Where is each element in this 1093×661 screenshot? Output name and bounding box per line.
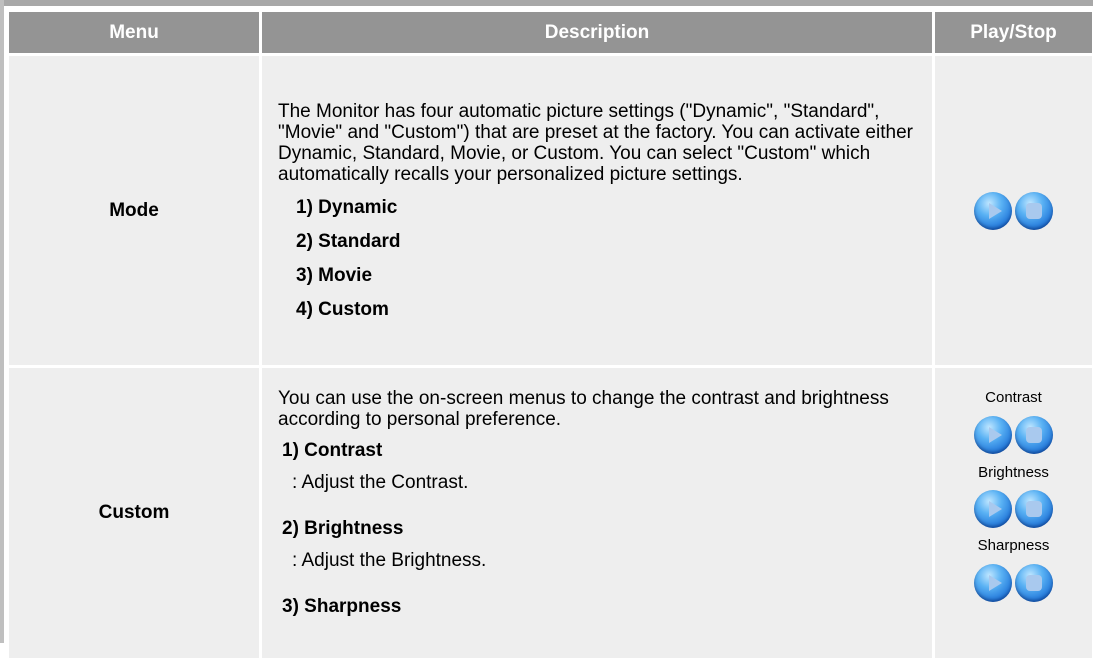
description-text: The Monitor has four automatic picture s… (278, 101, 913, 185)
list-item: 3) Movie (296, 265, 373, 286)
play-stop-mode (935, 56, 1092, 365)
play-icon (988, 202, 1002, 219)
list-item: 4) Custom (296, 299, 389, 320)
stop-button[interactable] (1015, 564, 1053, 602)
label-sharpness: Sharpness (977, 537, 1050, 554)
play-icon (988, 427, 1002, 443)
play-stop-custom: Contrast Brightness Sharpness (935, 368, 1092, 658)
list-item: 1) Contrast : Adjust the Contrast. (282, 440, 468, 493)
description-text: You can use the on-screen menus to chang… (278, 388, 889, 430)
stop-button[interactable] (1015, 191, 1053, 230)
menu-name-mode: Mode (9, 56, 259, 365)
play-button[interactable] (974, 191, 1012, 230)
list-item: 2) Brightness : Adjust the Brightness. (282, 518, 486, 571)
stop-button[interactable] (1015, 416, 1053, 454)
list-item: 1) Dynamic (296, 197, 398, 218)
menu-name-custom: Custom (9, 368, 259, 658)
description-custom: You can use the on-screen menus to chang… (262, 368, 932, 658)
play-stop-controls (974, 191, 1053, 230)
stop-icon (1026, 575, 1042, 591)
play-stop-controls (974, 490, 1053, 528)
label-brightness: Brightness (978, 464, 1049, 481)
label-contrast: Contrast (985, 389, 1042, 406)
play-button[interactable] (974, 490, 1012, 528)
header-description: Description (262, 12, 932, 53)
stop-button[interactable] (1015, 490, 1053, 528)
header-row: Menu Description Play/Stop (9, 12, 1092, 53)
play-button[interactable] (974, 564, 1012, 602)
table-row: Mode The Monitor has four automatic pict… (9, 56, 1092, 365)
description-mode: The Monitor has four automatic picture s… (262, 56, 932, 365)
play-button[interactable] (974, 416, 1012, 454)
table-row: Custom You can use the on-screen menus t… (9, 368, 1092, 658)
header-play-stop: Play/Stop (935, 12, 1092, 53)
item-note: : Adjust the Brightness. (292, 550, 487, 571)
header-menu: Menu (9, 12, 259, 53)
play-icon (988, 575, 1002, 591)
play-stop-controls (974, 564, 1053, 602)
window-left-border (0, 0, 4, 643)
stop-icon (1026, 501, 1042, 517)
list-item: 2) Standard (296, 231, 401, 252)
list-item: 3) Sharpness (282, 596, 401, 617)
item-note: : Adjust the Contrast. (292, 472, 469, 493)
window-top-border (0, 0, 1093, 6)
play-stop-controls (974, 416, 1053, 454)
item-title: 2) Brightness (282, 518, 404, 539)
play-icon (988, 501, 1002, 517)
item-title: 1) Contrast (282, 440, 383, 461)
stop-icon (1026, 427, 1042, 443)
stop-icon (1026, 202, 1042, 219)
item-title: 3) Sharpness (282, 596, 402, 617)
menu-description-table: Menu Description Play/Stop Mode The Moni… (6, 9, 1093, 661)
